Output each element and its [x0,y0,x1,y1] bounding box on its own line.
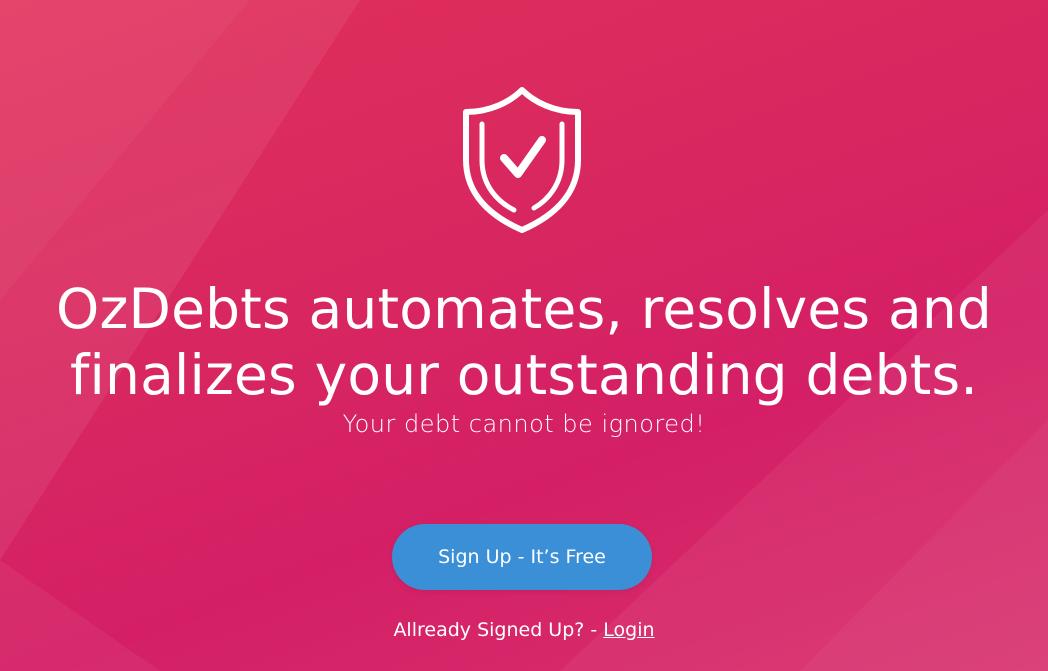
sign-up-button[interactable]: Sign Up - It’s Free [392,524,652,590]
login-prompt: Allready Signed Up? - Login [0,619,1048,641]
login-link[interactable]: Login [603,619,654,641]
headline-line-2: finalizes your outstanding debts. [69,343,979,407]
login-prompt-text: Allready Signed Up? - [393,619,604,641]
subheadline: Your debt cannot be ignored! [342,410,706,438]
hero-section: OzDebts automates, resolves and finalize… [0,0,1048,671]
headline-line-1: OzDebts automates, resolves and [55,277,993,341]
shield-check-icon [463,87,581,233]
headline: OzDebts automates, resolves and finalize… [0,276,1048,408]
